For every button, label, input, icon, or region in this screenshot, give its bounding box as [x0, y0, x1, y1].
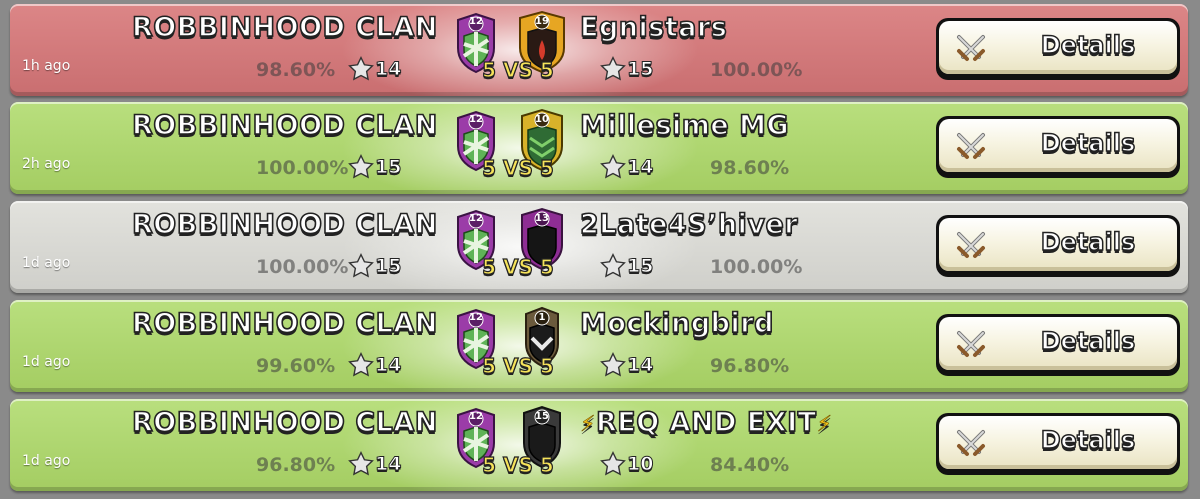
home-stars: 15 [348, 154, 402, 180]
details-button-label: Details [1040, 30, 1136, 60]
star-icon [348, 451, 374, 477]
war-log-row: 1d ago ROBBINHOOD CLAN 12 1 Mockingbird … [10, 300, 1188, 392]
lightning-icon: ⚡ [816, 412, 833, 438]
home-destruction-percent: 100.00% [256, 256, 349, 278]
opponent-destruction-percent: 96.80% [710, 355, 790, 377]
home-clan-level: 12 [469, 16, 483, 27]
home-stars: 15 [348, 253, 402, 279]
opponent-clan-name: Millesime MG [579, 109, 790, 142]
opponent-destruction-percent: 84.40% [710, 454, 790, 476]
war-time: 1d ago [22, 255, 71, 271]
details-button-face[interactable]: Details [939, 317, 1177, 370]
war-time: 1d ago [22, 354, 71, 370]
opponent-clan-level: 1 [538, 312, 546, 323]
details-button[interactable]: Details [936, 314, 1180, 376]
details-button-label: Details [1040, 227, 1136, 257]
details-button[interactable]: Details [936, 116, 1180, 178]
opponent-stars: 15 [600, 56, 654, 82]
war-log-row: 1d ago ROBBINHOOD CLAN 12 13 2Late4S’hiv… [10, 201, 1188, 293]
opponent-destruction-percent: 100.00% [710, 59, 803, 81]
home-destruction-percent: 96.80% [256, 454, 336, 476]
crossed-swords-icon [953, 31, 989, 71]
details-button-label: Details [1040, 326, 1136, 356]
star-icon [600, 352, 626, 378]
home-destruction-percent: 98.60% [256, 59, 336, 81]
crossed-swords-icon [953, 426, 989, 466]
opponent-star-count: 10 [626, 453, 654, 476]
war-time: 1h ago [22, 58, 71, 74]
opponent-clan-level: 13 [535, 213, 549, 224]
star-icon [348, 352, 374, 378]
details-button-face[interactable]: Details [939, 416, 1177, 469]
lightning-icon: ⚡ [580, 412, 596, 438]
home-stars: 14 [348, 451, 402, 477]
star-icon [600, 451, 626, 477]
opponent-destruction-percent: 100.00% [710, 256, 803, 278]
opponent-star-count: 14 [626, 156, 654, 179]
home-star-count: 14 [374, 453, 402, 476]
crossed-swords-icon [953, 129, 989, 169]
details-button-face[interactable]: Details [939, 21, 1177, 74]
home-stars: 14 [348, 352, 402, 378]
opponent-clan-name: 2Late4S’hiver [579, 208, 799, 241]
home-destruction-percent: 99.60% [256, 355, 336, 377]
details-button[interactable]: Details [936, 215, 1180, 277]
opponent-stars: 15 [600, 253, 654, 279]
home-clan-level: 12 [469, 213, 483, 224]
details-button-label: Details [1040, 128, 1136, 158]
home-clan-level: 12 [469, 312, 483, 323]
opponent-clan-name: REQ AND EXIT [595, 406, 817, 439]
opponent-stars: 14 [600, 154, 654, 180]
details-button[interactable]: Details [936, 413, 1180, 475]
home-clan-name: ROBBINHOOD CLAN [131, 406, 438, 439]
war-log-row: 2h ago ROBBINHOOD CLAN 12 10 Millesime M… [10, 102, 1188, 194]
home-star-count: 14 [374, 354, 402, 377]
war-log-row: 1h ago ROBBINHOOD CLAN 12 19 Egnistars 9… [10, 4, 1188, 96]
opponent-stars: 14 [600, 352, 654, 378]
home-star-count: 15 [374, 156, 402, 179]
opponent-star-count: 14 [626, 354, 654, 377]
opponent-clan-level: 19 [535, 16, 549, 27]
opponent-clan-name-group: ⚡REQ AND EXIT⚡ [580, 406, 833, 439]
star-icon [600, 56, 626, 82]
star-icon [348, 56, 374, 82]
war-log-row: 1d ago ROBBINHOOD CLAN 12 15 ⚡REQ AND EX… [10, 399, 1188, 491]
star-icon [348, 154, 374, 180]
opponent-clan-name: Egnistars [579, 11, 728, 44]
star-icon [600, 253, 626, 279]
opponent-clan-level: 10 [535, 114, 549, 125]
war-size: 5 VS 5 [482, 155, 555, 180]
crossed-swords-icon [953, 327, 989, 367]
home-clan-level: 12 [469, 114, 483, 125]
home-clan-level: 12 [469, 411, 483, 422]
details-button-face[interactable]: Details [939, 119, 1177, 172]
star-icon [600, 154, 626, 180]
war-size: 5 VS 5 [482, 57, 555, 82]
war-time: 1d ago [22, 453, 71, 469]
home-clan-name: ROBBINHOOD CLAN [131, 11, 438, 44]
home-clan-name: ROBBINHOOD CLAN [131, 307, 438, 340]
star-icon [348, 253, 374, 279]
home-clan-name: ROBBINHOOD CLAN [131, 208, 438, 241]
crossed-swords-icon [953, 228, 989, 268]
opponent-destruction-percent: 98.60% [710, 157, 790, 179]
details-button-face[interactable]: Details [939, 218, 1177, 271]
details-button[interactable]: Details [936, 18, 1180, 80]
home-destruction-percent: 100.00% [256, 157, 349, 179]
opponent-star-count: 15 [626, 58, 654, 81]
war-size: 5 VS 5 [482, 353, 555, 378]
details-button-label: Details [1040, 425, 1136, 455]
war-size: 5 VS 5 [482, 452, 555, 477]
opponent-clan-level: 15 [535, 411, 549, 422]
war-size: 5 VS 5 [482, 254, 555, 279]
home-star-count: 15 [374, 255, 402, 278]
home-star-count: 14 [374, 58, 402, 81]
home-clan-name: ROBBINHOOD CLAN [131, 109, 438, 142]
war-time: 2h ago [22, 156, 71, 172]
opponent-stars: 10 [600, 451, 654, 477]
home-stars: 14 [348, 56, 402, 82]
opponent-star-count: 15 [626, 255, 654, 278]
opponent-clan-name: Mockingbird [579, 307, 774, 340]
